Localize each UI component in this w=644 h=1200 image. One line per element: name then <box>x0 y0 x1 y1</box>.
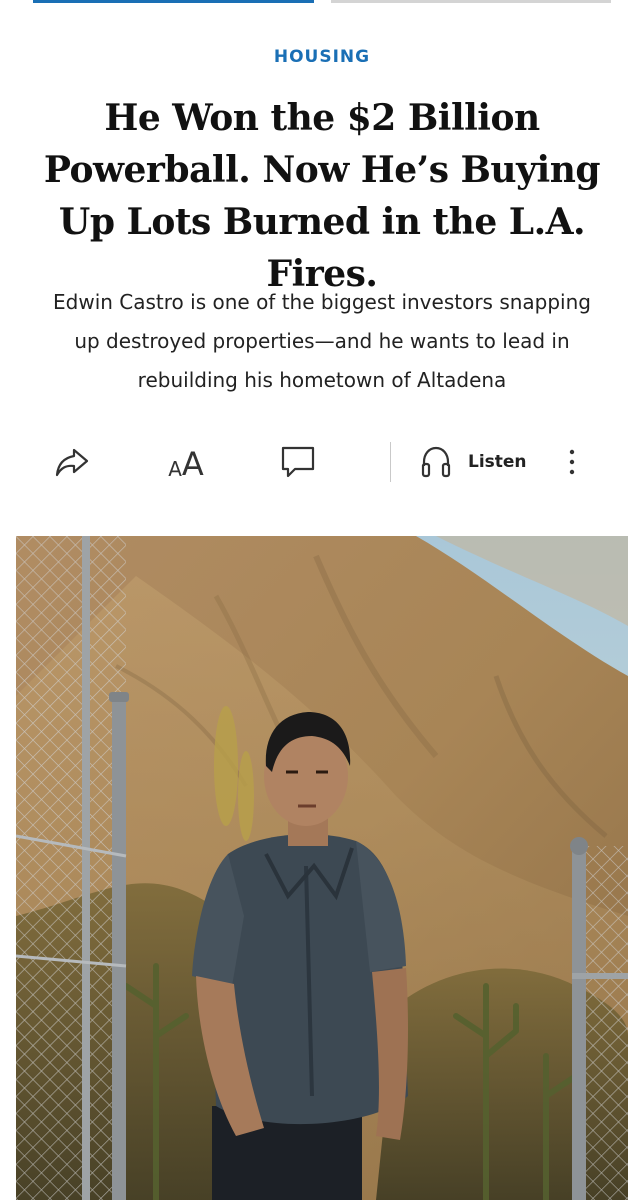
article-toolbar: A A Listen <box>0 436 644 488</box>
section-label[interactable]: HOUSING <box>0 47 644 67</box>
share-button[interactable] <box>48 436 96 488</box>
progress-segment-active <box>33 0 314 3</box>
hero-photo-illustration <box>16 536 628 1200</box>
toolbar-divider <box>390 442 391 482</box>
listen-button[interactable]: Listen <box>418 436 534 488</box>
font-size-icon: A A <box>168 445 204 483</box>
font-glyph-big: A <box>181 445 204 483</box>
comment-bubble-icon <box>281 446 315 478</box>
vertical-ellipsis-icon <box>569 449 575 475</box>
listen-label: Listen <box>468 452 527 472</box>
article-headline: He Won the $2 Billion Powerball. Now He’… <box>43 97 601 295</box>
story-progress <box>0 0 644 3</box>
hero-photo[interactable] <box>16 536 628 1200</box>
share-arrow-icon <box>55 448 89 477</box>
progress-segment-inactive <box>331 0 611 3</box>
more-options-button[interactable] <box>556 436 588 488</box>
headphones-icon <box>421 446 451 478</box>
comments-button[interactable] <box>274 436 322 488</box>
font-size-button[interactable]: A A <box>160 436 212 488</box>
article-dek: Edwin Castro is one of the biggest inves… <box>53 290 591 392</box>
font-glyph-small: A <box>168 457 182 481</box>
